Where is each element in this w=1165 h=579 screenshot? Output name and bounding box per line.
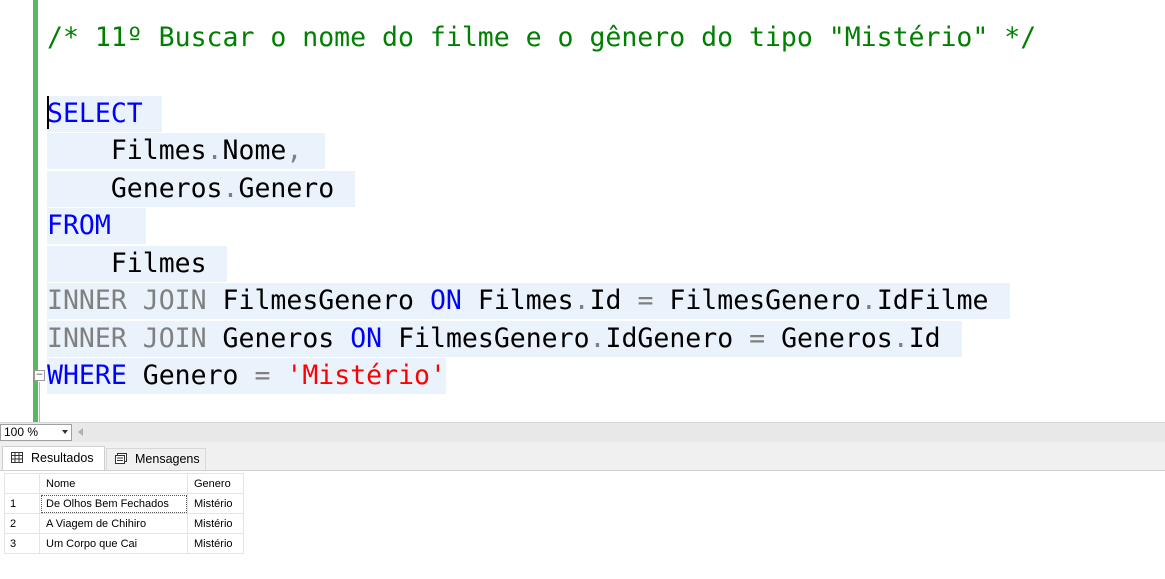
identifier: Generos (222, 323, 335, 354)
identifier: Id (908, 323, 941, 354)
cell-genero[interactable]: Mistério (187, 533, 244, 554)
dot-operator: . (222, 173, 239, 204)
identifier: Filmes (110, 248, 207, 279)
collapse-icon[interactable]: − (34, 370, 45, 381)
keyword-where: WHERE (47, 360, 127, 391)
zoom-value: 100 % (4, 425, 39, 439)
table-header-row: Nome Genero (4, 473, 244, 494)
code-line-from-table: Filmes (47, 246, 227, 282)
equals-operator: = (254, 360, 271, 391)
column-header-genero[interactable]: Genero (187, 473, 244, 494)
identifier: Genero (238, 173, 335, 204)
dot-operator: . (860, 285, 877, 316)
dot-operator: . (206, 135, 223, 166)
keyword-inner: INNER (47, 323, 127, 354)
identifier: IdFilme (876, 285, 989, 316)
cell-genero[interactable]: Mistério (187, 513, 244, 534)
cell-nome[interactable]: A Viagem de Chihiro (39, 513, 188, 534)
zoom-dropdown[interactable]: 100 % (0, 424, 72, 441)
cell-genero[interactable]: Mistério (187, 493, 244, 514)
keyword-join: JOIN (142, 323, 207, 354)
chevron-down-icon (62, 430, 68, 434)
keyword-on: ON (429, 285, 462, 316)
table-row: 2 A Viagem de Chihiro Mistério (4, 513, 244, 534)
identifier: Id (589, 285, 622, 316)
identifier: Generos (110, 173, 223, 204)
row-number[interactable]: 2 (4, 513, 40, 534)
identifier: IdGenero (605, 323, 734, 354)
identifier: Filmes (110, 135, 207, 166)
cell-nome[interactable]: Um Corpo que Cai (39, 533, 188, 554)
dot-operator: . (892, 323, 909, 354)
identifier: FilmesGenero (398, 323, 590, 354)
row-number[interactable]: 1 (4, 493, 40, 514)
tab-messages-label: Mensagens (135, 452, 200, 466)
code-line-select: SELECT (47, 96, 162, 132)
code-line-where: WHERE Genero = 'Mistério' (47, 358, 446, 394)
code-line-from: FROM (47, 208, 146, 244)
table-row: 1 De Olhos Bem Fechados Mistério (4, 493, 244, 514)
query-editor[interactable]: − /* 11º Buscar o nome do filme e o gêne… (0, 0, 1165, 422)
tab-messages[interactable]: Mensagens (106, 448, 206, 470)
comma-operator: , (286, 135, 303, 166)
text-caret (47, 96, 49, 129)
identifier: Genero (142, 360, 239, 391)
keyword-join: JOIN (142, 285, 207, 316)
equals-operator: = (749, 323, 766, 354)
keyword-on: ON (350, 323, 383, 354)
row-number[interactable]: 3 (4, 533, 40, 554)
scroll-left-icon[interactable] (78, 428, 83, 436)
code-line-join2: INNER JOIN Generos ON FilmesGenero.IdGen… (47, 321, 962, 357)
results-table: Nome Genero 1 De Olhos Bem Fechados Mist… (4, 473, 244, 554)
string-literal: 'Mistério' (286, 360, 446, 391)
tab-results[interactable]: Resultados (2, 446, 105, 470)
code-line-col1: Filmes.Nome, (47, 133, 325, 169)
table-row: 3 Um Corpo que Cai Mistério (4, 533, 244, 554)
dot-operator: . (573, 285, 590, 316)
messages-icon (115, 453, 127, 464)
keyword-from: FROM (47, 210, 111, 241)
keyword-select: SELECT (47, 98, 143, 129)
editor-status-bar: 100 % (0, 422, 1165, 442)
identifier: Generos (781, 323, 893, 354)
equals-operator: = (637, 285, 654, 316)
identifier: Filmes (477, 285, 574, 316)
results-tab-strip: Resultados Mensagens (0, 442, 1165, 470)
identifier: FilmesGenero (669, 285, 861, 316)
grid-icon (11, 452, 23, 463)
results-grid[interactable]: Nome Genero 1 De Olhos Bem Fechados Mist… (0, 470, 1165, 579)
tab-results-label: Resultados (31, 451, 94, 465)
outline-guide (39, 382, 40, 422)
cell-nome[interactable]: De Olhos Bem Fechados (39, 493, 188, 514)
identifier: Nome (222, 135, 287, 166)
row-header-corner[interactable] (4, 473, 40, 494)
dot-operator: . (589, 323, 606, 354)
code-line-col2: Generos.Genero (47, 171, 355, 207)
code-comment-line: /* 11º Buscar o nome do filme e o gênero… (47, 22, 1037, 53)
code-line-join1: INNER JOIN FilmesGenero ON Filmes.Id = F… (47, 283, 1010, 319)
column-header-nome[interactable]: Nome (39, 473, 188, 494)
keyword-inner: INNER (47, 285, 127, 316)
identifier: FilmesGenero (222, 285, 414, 316)
change-tracking-bar (33, 0, 38, 422)
